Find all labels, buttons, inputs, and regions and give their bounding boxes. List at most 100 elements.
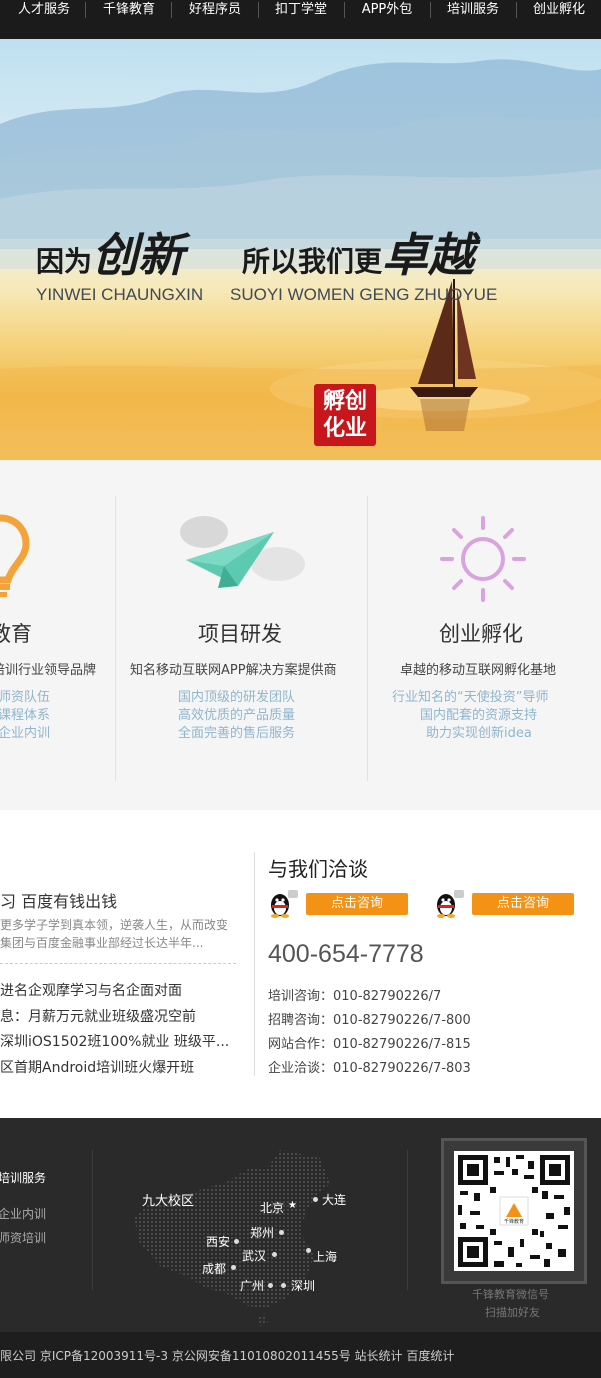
- star-icon: ★: [288, 1200, 297, 1211]
- qq-tag: [454, 890, 464, 898]
- slogan-pinyin-1: YINWEI CHAUNGXIN: [36, 285, 204, 304]
- contact-line: 企业洽谈：010-82790226/7-803: [268, 1061, 471, 1076]
- news-list-item[interactable]: 区首期Android培训班火爆开班: [0, 1057, 194, 1077]
- top-nav: 人才服务 千锋教育 好程序员 扣丁学堂 APP外包 培训服务 创业孵化: [0, 0, 601, 39]
- nav-item-training[interactable]: 培训服务: [444, 0, 502, 20]
- service-title-project-dev: 项目研发: [198, 622, 282, 646]
- footer-column-title: 培训服务: [0, 1171, 47, 1185]
- news-description: 更多学子学到真本领，逆袭人生，从而改变 集团与百度金融事业部经过长达半年...: [0, 916, 228, 952]
- city-dot: [234, 1239, 239, 1244]
- services-section: 教育 培训行业领导品牌 师资队伍 课程体系 企业内训 项目研发 知名移动互联网A…: [0, 460, 601, 810]
- qr-logo-text: 千锋教育: [504, 1218, 524, 1225]
- service-divider: [115, 496, 116, 781]
- seal-line-1: 孵创: [322, 388, 367, 414]
- news-headline[interactable]: 习 百度有钱出钱: [0, 888, 117, 912]
- nav-separator: [85, 2, 86, 18]
- consult-button[interactable]: 点击咨询: [306, 893, 408, 915]
- contact-title: 与我们洽谈: [268, 857, 368, 881]
- service-line: 课程体系: [0, 708, 51, 723]
- qr-code-icon: 千锋教育: [454, 1151, 574, 1271]
- city-dot: [281, 1283, 286, 1288]
- copyright-text: 限公司 京ICP备12003911号-3 京公网安备11010802011455…: [0, 1349, 455, 1363]
- footer-divider: [92, 1150, 93, 1290]
- footer-divider: [407, 1150, 408, 1290]
- news-list-item[interactable]: 进名企观摩学习与名企面对面: [0, 980, 182, 1000]
- city-guangzhou[interactable]: 广州: [240, 1277, 264, 1294]
- seal-line-2: 化业: [322, 415, 367, 441]
- city-chengdu[interactable]: 成都: [202, 1260, 226, 1277]
- nav-item-talent[interactable]: 人才服务: [15, 0, 73, 20]
- service-line: 行业知名的“天使投资”导师: [392, 690, 549, 705]
- contact-line: 招聘咨询：010-82790226/7-800: [268, 1013, 471, 1028]
- city-dot: [306, 1248, 311, 1253]
- city-dot: [279, 1230, 284, 1235]
- slogan-small-1: 因为: [36, 245, 93, 278]
- footer: 培训服务 企业内训 师资培训 九大校区 北京 ★ 大连 郑州 西安 武汉 上海 …: [0, 1118, 601, 1332]
- nav-item-incubation[interactable]: 创业孵化: [530, 0, 588, 20]
- nav-separator: [344, 2, 345, 18]
- map-label: 九大校区: [142, 1194, 195, 1209]
- china-map-icon: [134, 1150, 330, 1326]
- sun-icon: [440, 516, 526, 602]
- copyright-bar: 限公司 京ICP备12003911号-3 京公网安备11010802011455…: [0, 1332, 601, 1378]
- city-wuhan[interactable]: 武汉: [242, 1247, 266, 1264]
- slogan-pinyin-2: SUOYI WOMEN GENG ZHUOYUE: [230, 285, 498, 304]
- nav-item-koudin[interactable]: 扣丁学堂: [272, 0, 330, 20]
- paper-plane-icon: [180, 516, 305, 588]
- qr-code-frame: 千锋教育: [441, 1138, 587, 1284]
- qr-caption: 扫描加好友: [485, 1306, 540, 1319]
- nav-item-qianfeng[interactable]: 千锋教育: [100, 0, 158, 20]
- hero-banner: 因为创新 所以我们更卓越 YINWEI CHAUNGXIN SUOYI WOME…: [0, 39, 601, 460]
- service-subtitle-incubation: 卓越的移动互联网孵化基地: [400, 663, 557, 678]
- service-divider: [367, 496, 368, 781]
- city-dot: [231, 1265, 236, 1270]
- startup-incubation-seal: 孵创 化业: [314, 384, 376, 446]
- service-title-incubation: 创业孵化: [439, 622, 523, 646]
- footer-link[interactable]: 师资培训: [0, 1229, 46, 1246]
- qr-caption: 千锋教育微信号: [472, 1288, 549, 1301]
- service-line: 国内顶级的研发团队: [178, 690, 296, 705]
- news-list-item[interactable]: 息：月薪万元就业班级盛况空前: [0, 1006, 196, 1026]
- service-line: 企业内训: [0, 726, 51, 741]
- service-line: 助力实现创新idea: [426, 726, 532, 741]
- city-dalian[interactable]: 大连: [322, 1191, 346, 1208]
- consult-button[interactable]: 点击咨询: [472, 893, 574, 915]
- slogan-small-2: 所以我们更: [242, 245, 383, 278]
- nav-item-goodprogrammer[interactable]: 好程序员: [186, 0, 244, 20]
- contact-line: 培训咨询：010-82790226/7: [268, 989, 442, 1004]
- city-shanghai[interactable]: 上海: [313, 1248, 337, 1265]
- news-desc-line: 集团与百度金融事业部经过长达半年...: [0, 936, 204, 950]
- nav-item-app-outsourcing[interactable]: APP外包: [358, 0, 416, 20]
- service-title-education: 教育: [0, 622, 32, 646]
- city-xian[interactable]: 西安: [206, 1233, 230, 1250]
- slogan-big-2: 卓越: [382, 228, 475, 282]
- qq-consult-2[interactable]: 点击咨询: [434, 890, 576, 920]
- service-line: 高效优质的产品质量: [178, 708, 296, 723]
- contact-line: 网站合作：010-82790226/7-815: [268, 1037, 471, 1052]
- city-zhengzhou[interactable]: 郑州: [250, 1224, 274, 1241]
- service-line: 国内配套的资源支持: [420, 708, 538, 723]
- news-list-item[interactable]: 深圳iOS1502班100%就业 班级平...: [0, 1031, 229, 1051]
- news-divider: [0, 963, 236, 964]
- section-divider: [254, 852, 255, 1076]
- nav-separator: [258, 2, 259, 18]
- city-dot: [272, 1252, 277, 1257]
- service-subtitle-education: 培训行业领导品牌: [0, 663, 97, 678]
- city-dot: [268, 1283, 273, 1288]
- service-line: 全面完善的售后服务: [178, 726, 296, 741]
- slogan-line-2: 所以我们更卓越: [242, 219, 474, 285]
- service-subtitle-project-dev: 知名移动互联网APP解决方案提供商: [130, 663, 337, 678]
- hotline-number: 400-654-7778: [268, 940, 424, 968]
- news-contact-section: 习 百度有钱出钱 更多学子学到真本领，逆袭人生，从而改变 集团与百度金融事业部经…: [0, 810, 601, 1118]
- slogan-big-1: 创新: [92, 228, 185, 282]
- city-shenzhen[interactable]: 深圳: [291, 1277, 315, 1294]
- nav-separator: [516, 2, 517, 18]
- city-beijing[interactable]: 北京: [260, 1199, 284, 1216]
- lightbulb-icon: [0, 514, 30, 597]
- footer-link[interactable]: 企业内训: [0, 1205, 46, 1222]
- qq-consult-1[interactable]: 点击咨询: [268, 890, 410, 920]
- city-dot: [313, 1197, 318, 1202]
- qq-tag: [288, 890, 298, 898]
- news-desc-line: 更多学子学到真本领，逆袭人生，从而改变: [0, 918, 229, 932]
- service-line: 师资队伍: [0, 690, 51, 705]
